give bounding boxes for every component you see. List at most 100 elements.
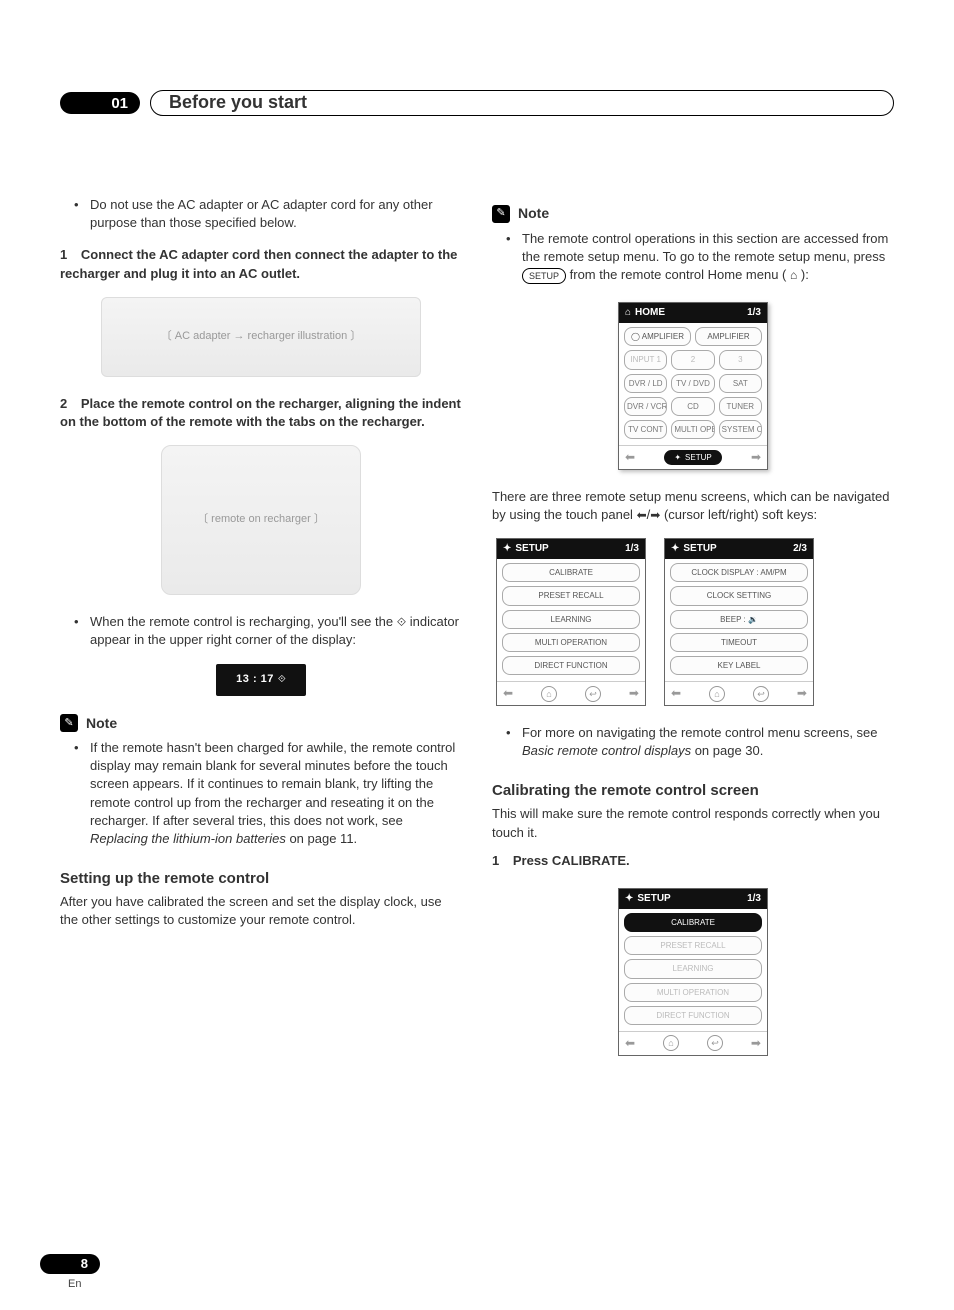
setup-item-beep[interactable]: BEEP : 🔉	[670, 610, 808, 629]
screen-title: SETUP	[683, 542, 716, 556]
setup-item-calibrate[interactable]: CALIBRATE	[502, 563, 640, 582]
home-item-tuner[interactable]: TUNER	[719, 397, 762, 416]
pencil-icon: ✎	[60, 714, 78, 732]
return-icon[interactable]: ↩	[753, 686, 769, 702]
home-item-system-off[interactable]: SYSTEM OFF	[719, 420, 762, 439]
arrow-left-icon[interactable]: ⬅	[625, 1035, 635, 1052]
note-item: The remote control operations in this se…	[506, 230, 894, 285]
home-icon[interactable]: ⌂	[541, 686, 557, 702]
note-label: Note	[518, 204, 549, 224]
paragraph: This will make sure the remote control r…	[492, 805, 894, 841]
home-item-tv-cont[interactable]: TV CONT	[624, 420, 667, 439]
arrow-right-icon[interactable]: ➡	[629, 685, 639, 702]
home-icon: ⌂	[625, 306, 631, 320]
home-item-multi-op[interactable]: MULTI OPERATION	[671, 420, 714, 439]
screen-title: SETUP	[637, 892, 670, 906]
pencil-icon: ✎	[492, 205, 510, 223]
manual-page: 01 Before you start Do not use the AC ad…	[0, 0, 954, 1114]
home-item-tv-dvd[interactable]: TV / DVD	[671, 374, 714, 393]
home-item-input1[interactable]: INPUT 1	[624, 350, 667, 369]
arrow-right-icon[interactable]: ➡	[797, 685, 807, 702]
home-item-sat[interactable]: SAT	[719, 374, 762, 393]
screen-title: SETUP	[515, 542, 548, 556]
home-item-amplifier-alt[interactable]: AMPLIFIER	[695, 327, 762, 346]
step-number: 2	[60, 396, 67, 411]
heading-calibrating: Calibrating the remote control screen	[492, 780, 894, 801]
home-item-cd[interactable]: CD	[671, 397, 714, 416]
home-menu-screen: ⌂HOME 1/3 ◯ AMPLIFIER AMPLIFIER INPUT 1 …	[618, 302, 768, 470]
arrow-left-icon[interactable]: ⬅	[625, 449, 635, 466]
arrow-right-icon: ➡	[650, 507, 660, 524]
calibrate-screen: ✦ SETUP 1/3 CALIBRATE PRESET RECALL LEARN…	[618, 888, 768, 1056]
setup-item-direct-function[interactable]: DIRECT FUNCTION	[502, 656, 640, 675]
text: For more on navigating the remote contro…	[522, 725, 878, 740]
screen-page: 1/3	[747, 892, 761, 906]
return-icon[interactable]: ↩	[707, 1035, 723, 1051]
home-icon[interactable]: ⌂	[709, 686, 725, 702]
charging-display: 13 : 17 ⟐	[216, 664, 306, 696]
bullet-item: When the remote control is recharging, y…	[74, 613, 462, 649]
screen-title: HOME	[635, 306, 665, 320]
screen-page: 1/3	[747, 306, 761, 320]
arrow-left-icon[interactable]: ⬅	[671, 685, 681, 702]
step-1: 1 Connect the AC adapter cord then conne…	[60, 246, 462, 282]
setup-item-calibrate-selected[interactable]: CALIBRATE	[624, 913, 762, 932]
arrow-left-icon[interactable]: ⬅	[503, 685, 513, 702]
setup-item-key-label[interactable]: KEY LABEL	[670, 656, 808, 675]
return-icon[interactable]: ↩	[585, 686, 601, 702]
chapter-header: 01 Before you start	[60, 90, 894, 116]
home-icon[interactable]: ⌂	[663, 1035, 679, 1051]
home-item-input2[interactable]: 2	[671, 350, 714, 369]
setup-item-direct-function[interactable]: DIRECT FUNCTION	[624, 1006, 762, 1025]
text: on page 11.	[289, 831, 357, 846]
setup-item-timeout[interactable]: TIMEOUT	[670, 633, 808, 652]
charge-indicator-icon: ⟐	[397, 614, 406, 631]
text: The remote control operations in this se…	[522, 231, 888, 264]
setup-item-multi-operation[interactable]: MULTI OPERATION	[502, 633, 640, 652]
home-item-amplifier[interactable]: ◯ AMPLIFIER	[624, 327, 691, 346]
setup-pill[interactable]: ✦SETUP	[664, 450, 721, 465]
paragraph: After you have calibrated the screen and…	[60, 893, 462, 929]
home-item-input3[interactable]: 3	[719, 350, 762, 369]
setup-button-icon: SETUP	[522, 268, 566, 284]
home-icon: ⌂	[790, 267, 797, 284]
setup-item-preset-recall[interactable]: PRESET RECALL	[624, 936, 762, 955]
setup-item-preset-recall[interactable]: PRESET RECALL	[502, 586, 640, 605]
home-item-dvr-vcr1[interactable]: DVR / VCR1	[624, 397, 667, 416]
screen-footer: ⬅ ⌂ ↩ ➡	[497, 681, 645, 705]
arrow-right-icon[interactable]: ➡	[751, 1035, 761, 1052]
setup-item-multi-operation[interactable]: MULTI OPERATION	[624, 983, 762, 1002]
note-label: Note	[86, 714, 117, 734]
setup-item-learning[interactable]: LEARNING	[502, 610, 640, 629]
paragraph: There are three remote setup menu screen…	[492, 488, 894, 524]
charge-indicator-icon: ⟐	[278, 673, 286, 687]
chapter-number-pill: 01	[60, 92, 140, 114]
setup-item-clock-setting[interactable]: CLOCK SETTING	[670, 586, 808, 605]
step-2: 2 Place the remote control on the rechar…	[60, 395, 462, 431]
note-heading: ✎ Note	[60, 714, 462, 734]
screen-page: 2/3	[793, 542, 807, 556]
chapter-title: Before you start	[150, 90, 894, 116]
charging-time: 13 : 17	[236, 672, 274, 687]
screen-footer: ⬅ ⌂ ↩ ➡	[619, 1031, 767, 1055]
setup-item-clock-display[interactable]: CLOCK DISPLAY : AM/PM	[670, 563, 808, 582]
step-text: Connect the AC adapter cord then connect…	[60, 247, 457, 280]
step-text: Place the remote control on the recharge…	[60, 396, 461, 429]
screen-page: 1/3	[625, 542, 639, 556]
arrow-left-icon: ⬅	[637, 507, 647, 524]
right-column: ✎ Note The remote control operations in …	[492, 196, 894, 1074]
home-item-dvr-ld[interactable]: DVR / LD	[624, 374, 667, 393]
cross-reference: Basic remote control displays	[522, 743, 691, 758]
page-language: En	[68, 1277, 81, 1292]
bullet-item: For more on navigating the remote contro…	[506, 724, 894, 760]
cross-reference: Replacing the lithium-ion batteries	[90, 831, 286, 846]
setup-item-learning[interactable]: LEARNING	[624, 959, 762, 978]
gear-icon: ✦	[625, 892, 633, 906]
text: ):	[801, 267, 809, 282]
text: If the remote hasn't been charged for aw…	[90, 740, 455, 828]
arrow-right-icon[interactable]: ➡	[751, 449, 761, 466]
gear-icon: ✦	[503, 542, 511, 556]
setup-screen-1: ✦ SETUP 1/3 CALIBRATE PRESET RECALL LEARN…	[496, 538, 646, 706]
text: When the remote control is recharging, y…	[90, 614, 397, 629]
adapter-illustration: 〔 AC adapter → recharger illustration 〕	[101, 297, 421, 377]
